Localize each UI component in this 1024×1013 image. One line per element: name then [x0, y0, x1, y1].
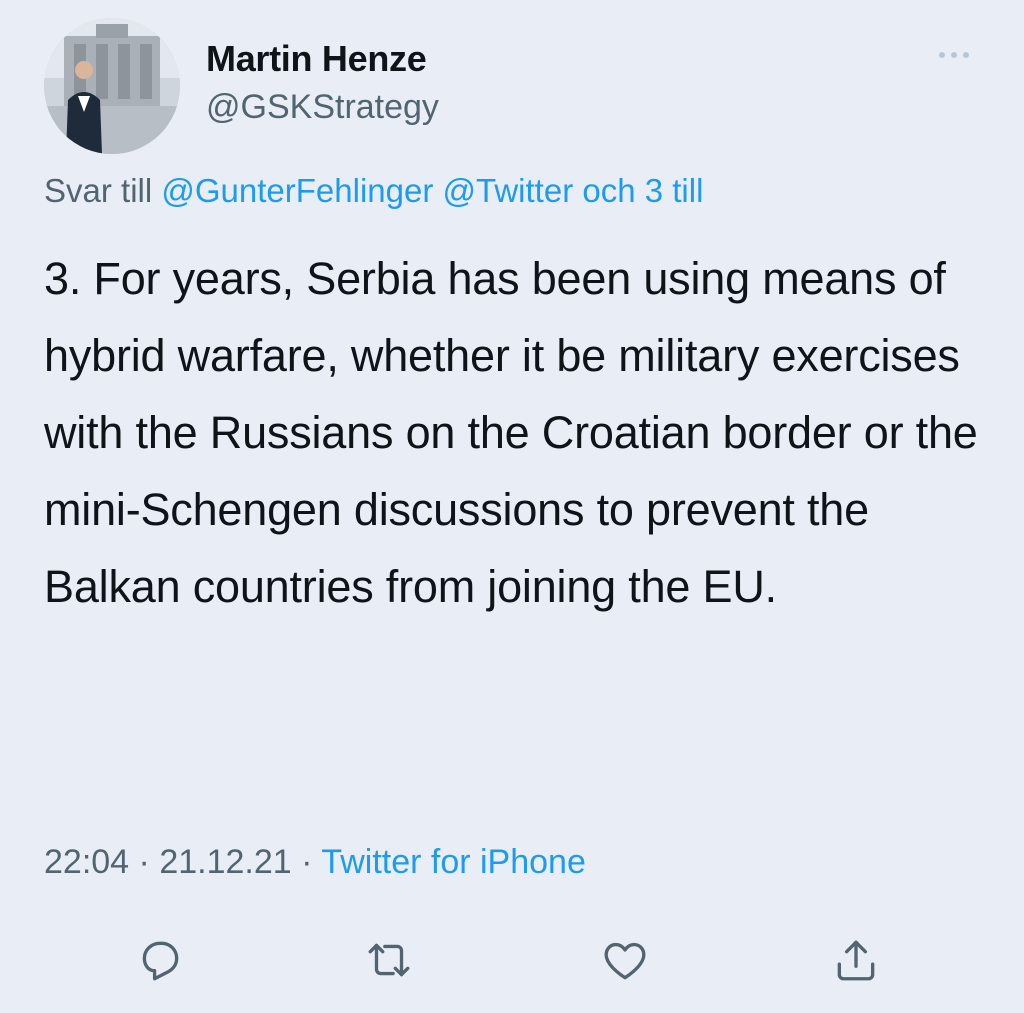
- tweet-text: 3. For years, Serbia has been using mean…: [44, 253, 978, 612]
- avatar[interactable]: [44, 18, 180, 154]
- reply-context: Svar till @GunterFehlinger @Twitter och …: [44, 172, 703, 210]
- reply-icon: [142, 941, 179, 981]
- meta-separator: ·: [138, 843, 150, 881]
- retweet-button[interactable]: [359, 930, 419, 990]
- avatar-image: [44, 18, 180, 154]
- more-options-button[interactable]: [930, 40, 978, 70]
- tweet-date[interactable]: 21.12.21: [159, 843, 291, 881]
- more-mentions-link[interactable]: och 3 till: [582, 172, 703, 209]
- reply-prefix: Svar till: [44, 172, 153, 209]
- retweet-icon: [368, 943, 410, 977]
- mention-link[interactable]: @GunterFehlinger: [161, 172, 433, 209]
- tweet-time[interactable]: 22:04: [44, 843, 129, 881]
- share-icon: [837, 940, 875, 981]
- author-name[interactable]: Martin Henze: [206, 38, 427, 80]
- like-button[interactable]: [595, 930, 655, 990]
- more-dot: [963, 52, 969, 58]
- mention-link[interactable]: @Twitter: [443, 172, 574, 209]
- tweet-source-link[interactable]: Twitter for iPhone: [321, 843, 586, 881]
- author-handle[interactable]: @GSKStrategy: [206, 88, 439, 127]
- action-bar: [0, 930, 1024, 990]
- tweet-card: Martin Henze @GSKStrategy Svar till @Gun…: [0, 0, 1024, 1013]
- meta-separator: ·: [301, 843, 313, 881]
- more-dot: [951, 52, 957, 58]
- reply-button[interactable]: [130, 930, 190, 990]
- more-horizontal-icon: [939, 52, 945, 58]
- share-button[interactable]: [826, 930, 886, 990]
- tweet-meta: 22:04 · 21.12.21 · Twitter for iPhone: [44, 843, 586, 882]
- heart-icon: [604, 942, 646, 980]
